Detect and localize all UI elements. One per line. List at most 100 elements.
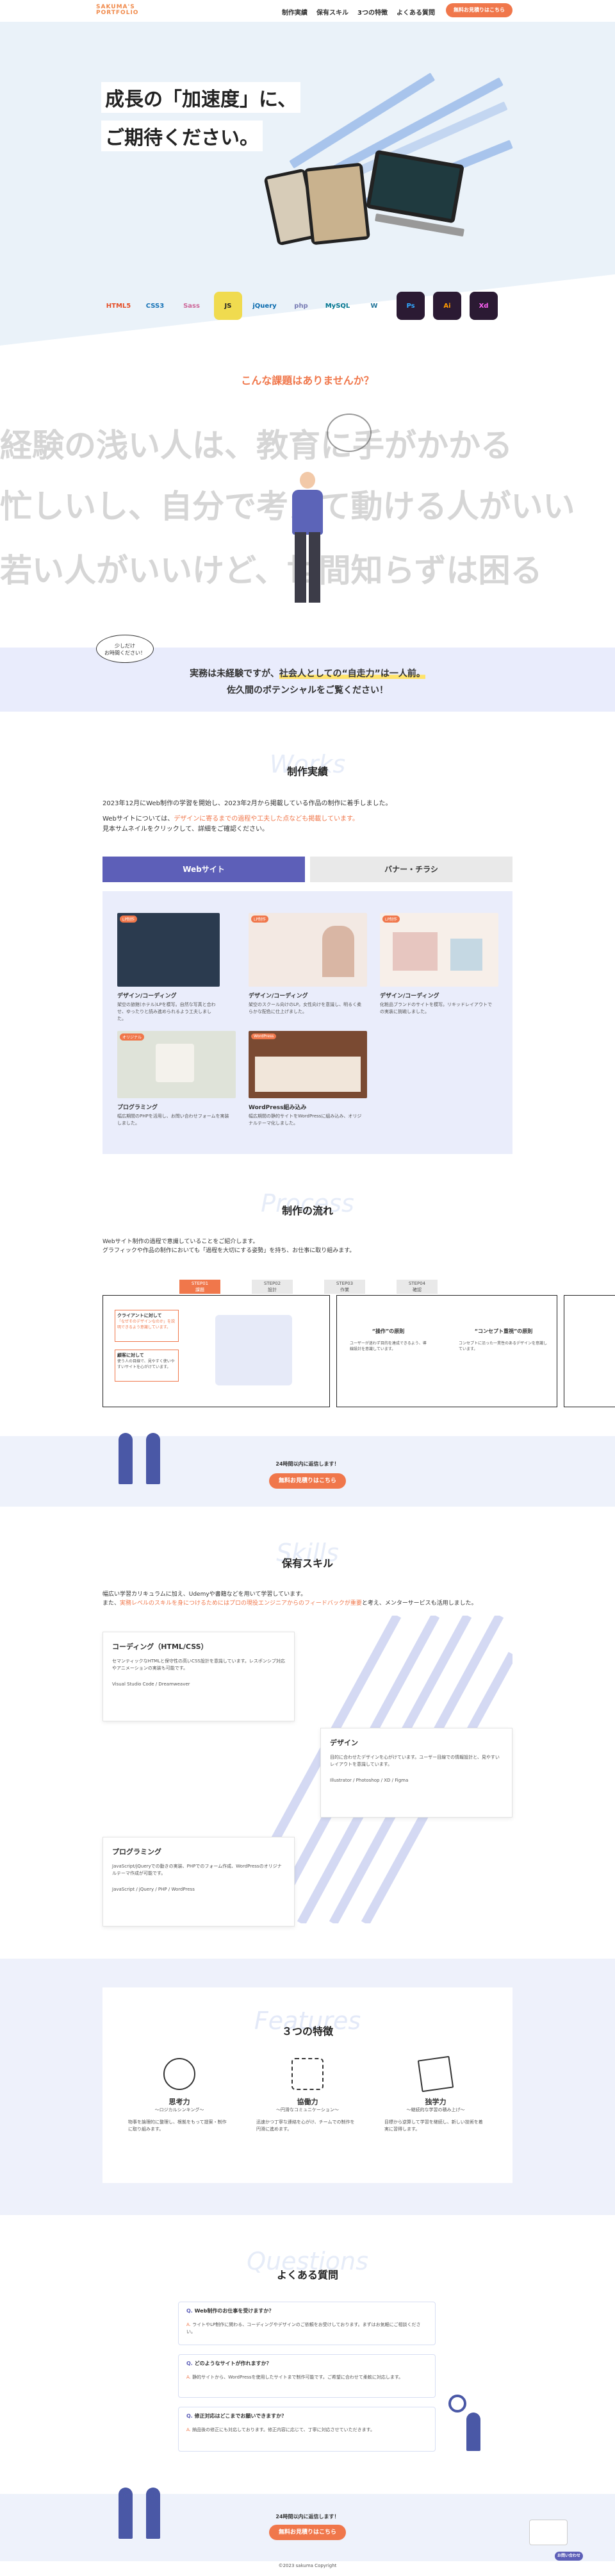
work-thumbnail[interactable] [249,1031,367,1098]
faq-item[interactable]: Q. Web制作のお仕事を受けますか？ A. ライトやLP制作に関わる、コーディ… [178,2302,436,2345]
skills-intro: 幅広い学習カリキュラムに加え、Udemyや書籍などを用いて学習しています。 また… [102,1591,477,1607]
work-title: デザイン/コーディング [380,993,439,999]
work-thumbnail[interactable] [117,1031,236,1098]
faq-item[interactable]: Q. 修正対応はどこまでお願いできますか？ A. 納品後の修正にも対応しておりま… [178,2407,436,2452]
feature-item: 思考力 ～ロジカルシンキング～ 物事を論理的に整理し、根拠をもって提案・制作に取… [128,2058,231,2133]
faq-question: Q. どのようなサイトが作れますか？ [186,2361,272,2366]
site-logo[interactable]: SAKUMA'S PORTFOLIO [96,4,138,16]
principle-desc: ユーザーが迷わず目的を達成できるよう、導線設計を意識しています。 [350,1341,427,1351]
appeal-line2: 佐久間のポテンシャルをご覧ください！ [227,685,388,696]
site-header: SAKUMA'S PORTFOLIO 制作実績 保有スキル 3つの特徴 よくある質… [0,0,615,22]
brain-icon [163,2058,195,2090]
works-intro: 2023年12月にWeb制作の学習を開始し、2023年2月から掲載している作品の… [102,800,392,833]
nav-item-faq[interactable]: よくある質問 [397,7,435,17]
worry-scribble [327,414,372,452]
wordpress-icon: W [370,302,378,310]
work-title: デザイン/コーディング [117,993,177,999]
notebook-pen-icon [417,2055,454,2093]
work-card[interactable]: LP制作 デザイン/コーディング 架空のスクール向けのLP。女性向けを意識し、明… [249,913,370,1025]
faq-title: よくある質問 [276,2269,338,2281]
faq-answer: A. 納品後の修正にも対応しております。修正内容に応じて、丁寧に対応させていただ… [186,2427,375,2432]
nav-item-features[interactable]: 3つの特徴 [357,7,388,17]
process-title: 制作の流れ [281,1205,333,1217]
photoshop-icon: Ps [397,292,425,320]
work-tag: LP制作 [120,916,137,923]
step-tab-4[interactable]: STEP04 確認 [397,1280,438,1294]
work-card[interactable]: WordPress WordPress組み込み 幅広期間の静的サイトをWordP… [249,1031,370,1143]
sass-icon: Sass [183,302,200,310]
work-desc: 幅広期間の静的サイトをWordPressに組み込み、オリジナルテーマ化しました。 [249,1114,362,1126]
cta-button[interactable]: 無料お見積りはこちら [269,1473,346,1489]
works-title: 制作実績 [286,765,328,778]
cta-note: 24時間以内に返信します！ [275,1461,340,1467]
floating-contact-widget[interactable] [529,2520,568,2545]
work-thumbnail[interactable] [249,913,367,987]
tech-icon-row: HTML5 CSS3 Sass JS jQuery php MySQL W Ps Ai Xd [104,292,498,320]
faq-question: Q. Web制作のお仕事を受けますか？ [186,2308,274,2314]
work-desc: 化粧品ブランドのサイトを模写。リキッドレイアウトでの実装に挑戦しました。 [380,1002,492,1014]
principle-title: “操作”の原則 [372,1328,405,1334]
css3-icon: CSS3 [145,302,165,310]
nav-item-works[interactable]: 制作実績 [282,7,308,17]
skills-title: 保有スキル [281,1557,333,1569]
appeal-band [0,648,615,712]
step-tab-1[interactable]: STEP01 課題 [179,1280,220,1294]
work-title: WordPress組み込み [249,1105,307,1111]
html5-icon: HTML5 [106,302,131,310]
problem-line: 経験の浅い人は、教育に手がかかる [0,427,512,464]
work-desc: 架空の旅館(ホテル)LPを模写。自然な写真と合わせ、ゆったりと読み進められるよう… [117,1002,216,1021]
feature-item: 協働力 ～円滑なコミュニケーション～ 迅速かつ丁寧な連絡を心がけ、チームでの制作… [256,2058,359,2133]
features-list: 思考力 ～ロジカルシンキング～ 物事を論理的に整理し、根拠をもって提案・制作に取… [128,2055,487,2133]
work-thumbnail[interactable] [117,913,220,987]
faq-question: Q. 修正対応はどこまでお願いできますか？ [186,2413,287,2419]
global-nav: 制作実績 保有スキル 3つの特徴 よくある質問 [282,7,435,17]
principle-title: “コンセプト重視”の原則 [474,1328,533,1334]
skill-card-design: デザイン 目的に合わせたデザインを心がけています。ユーザー目線での情報設計と、見… [320,1728,512,1818]
work-card[interactable]: LP制作 デザイン/コーディング 化粧品ブランドのサイトを模写。リキッドレイアウ… [380,913,502,1025]
work-desc: 幅広期間のPHPを活用し、お問い合わせフォームを実装しました。 [117,1114,229,1126]
team-icon [291,2058,324,2090]
work-card[interactable]: オリジナル プログラミング 幅広期間のPHPを活用し、お問い合わせフォームを実装… [117,1031,239,1143]
work-tag: LP制作 [251,916,268,923]
floating-contact-button[interactable]: お問い合わせ [555,2552,583,2561]
tablet-mockup [303,162,371,246]
work-tag: LP制作 [382,916,400,923]
magnifier-person-illustration [448,2395,487,2452]
faq-item[interactable]: Q. どのようなサイトが作れますか？ A. 静的サイトから、WordPressを… [178,2354,436,2398]
php-icon: php [294,302,308,310]
process-card-3-partial [564,1295,615,1407]
work-card[interactable]: LP制作 デザイン/コーディング 架空の旅館(ホテル)LPを模写。自然な写真と合… [117,913,239,1025]
cta-band [0,1436,615,1507]
skill-card-programming: プログラミング JavaScript/jQueryでの動きの実装、PHPでのフォ… [102,1837,295,1927]
work-desc: 架空のスクール向けのLP。女性向けを意識し、明るく柔らかな配色に仕上げました。 [249,1002,362,1014]
faq-answer: A. 静的サイトから、WordPressを使用したサイトまで制作可能です。ご希望… [186,2375,404,2380]
tab-banner[interactable]: バナー・チラシ [310,857,512,882]
process-point: クライアントに対して 「なぜそのデザインなのか」を説明できるよう意識しています。 [115,1310,179,1342]
feature-item: 独学力 ～継続的な学習の積み上げ～ 目標から逆算して学習を継続し、新しい技術を着… [384,2055,487,2133]
copyright: ©2023 sakuma Copyright [278,2563,337,2568]
nav-item-skills[interactable]: 保有スキル [316,7,348,17]
work-title: プログラミング [117,1105,158,1111]
skill-card-coding: コーディング（HTML/CSS） セマンティックなHTMLと保守性の高いCSS設… [102,1632,295,1721]
speech-bubble: 少しだけ お時間ください！ [96,635,154,663]
work-thumbnail[interactable] [380,913,498,987]
footer-cta-button[interactable]: 無料お見積りはこちら [269,2525,346,2540]
step-tab-3[interactable]: STEP03 作業 [324,1280,365,1294]
xd-icon: Xd [470,292,498,320]
principle-desc: コンセプトに沿った一貫性のあるデザインを意識しています。 [459,1341,548,1351]
step-tab-2[interactable]: STEP02 設計 [252,1280,293,1294]
footer-cta-note: 24時間以内に返信します！ [275,2514,340,2520]
hero-title-line2: ご期待ください。 [101,121,263,151]
work-tag: WordPress [251,1033,277,1039]
process-illustration [215,1315,292,1385]
js-icon: JS [214,292,242,320]
mysql-icon: MySQL [325,302,350,310]
process-point: 顧客に対して 使う人の目線で、見やすく使いやすいサイトを心がけています。 [115,1350,179,1382]
tab-web[interactable]: Webサイト [102,857,305,882]
jquery-icon: jQuery [252,302,277,310]
confused-person-illustration [288,468,327,615]
process-card-2: “操作”の原則 ユーザーが迷わず目的を達成できるよう、導線設計を意識しています。… [336,1295,557,1407]
work-tag: オリジナル [120,1033,145,1041]
header-cta-button[interactable]: 無料お見積りはこちら [446,3,512,17]
process-card-1: クライアントに対して 「なぜそのデザインなのか」を説明できるよう意識しています。… [102,1295,330,1407]
